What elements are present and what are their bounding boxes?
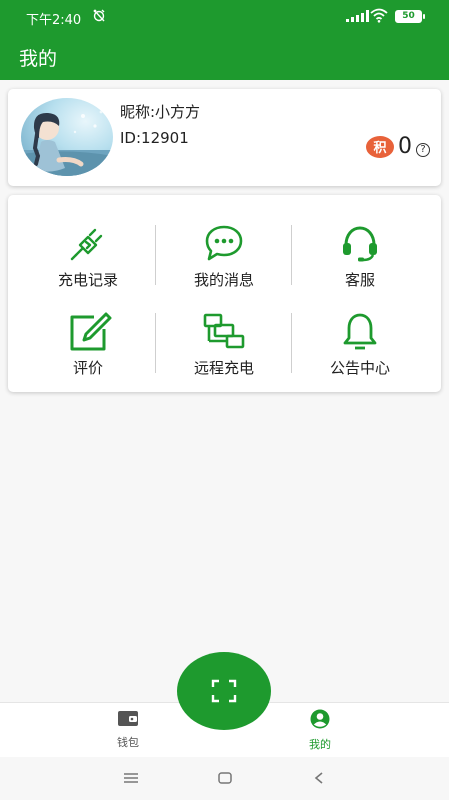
points-display[interactable]: 积 0 ? [366,134,430,159]
profile-card[interactable]: 昵称:小方方 ID:12901 积 0 ? [8,89,441,186]
menu-item-charging-records[interactable]: 充电记录 [20,217,156,297]
home-icon[interactable] [218,769,232,788]
user-id-text: ID:12901 [120,129,189,147]
menu-label: 客服 [344,271,375,289]
signal-icon [346,10,369,22]
menu-icon[interactable] [124,769,138,788]
user-circle-icon [310,709,330,729]
menu-item-remote-charging[interactable]: 远程充电 [156,305,292,385]
scan-button[interactable] [177,652,271,730]
tab-mine-label: 我的 [309,738,331,751]
alarm-off-icon [92,8,106,25]
main-content: 昵称:小方方 ID:12901 积 0 ? 充电记录 我的消息 客服 评价 远程… [0,80,449,702]
remote-network-icon [203,313,245,349]
menu-label: 公告中心 [329,359,390,377]
page-title: 我的 [19,48,58,70]
bell-icon [343,313,377,350]
menu-label: 评价 [72,359,103,377]
tab-mine[interactable]: 我的 [290,709,350,752]
headset-icon [343,226,377,262]
menu-item-review[interactable]: 评价 [20,305,156,385]
tab-wallet[interactable]: 钱包 [98,709,158,750]
header-bar: 我的 [0,34,449,80]
points-badge: 积 [366,135,394,158]
menu-grid: 充电记录 我的消息 客服 评价 远程充电 公告中心 [8,195,441,392]
menu-label: 充电记录 [57,271,118,289]
status-time: 下午2:40 [26,13,82,28]
tab-wallet-label: 钱包 [117,736,139,749]
wallet-icon [118,711,138,726]
menu-label: 我的消息 [193,271,254,289]
battery-icon: 50 [395,10,425,23]
menu-item-my-messages[interactable]: 我的消息 [156,217,292,297]
avatar[interactable] [21,98,113,176]
status-bar: 下午2:40 50 [0,0,449,34]
wifi-icon [370,8,388,27]
back-icon[interactable] [314,769,324,788]
edit-icon [70,312,112,351]
help-icon[interactable]: ? [416,142,430,157]
menu-item-customer-service[interactable]: 客服 [292,217,428,297]
system-nav-bar [0,757,449,800]
charging-plug-icon [70,228,103,261]
chat-bubble-icon [205,225,243,261]
nickname-text: 昵称:小方方 [120,103,201,121]
scan-icon [211,679,237,703]
menu-item-announcements[interactable]: 公告中心 [292,305,428,385]
points-value: 0 [398,134,412,159]
menu-label: 远程充电 [193,359,254,377]
